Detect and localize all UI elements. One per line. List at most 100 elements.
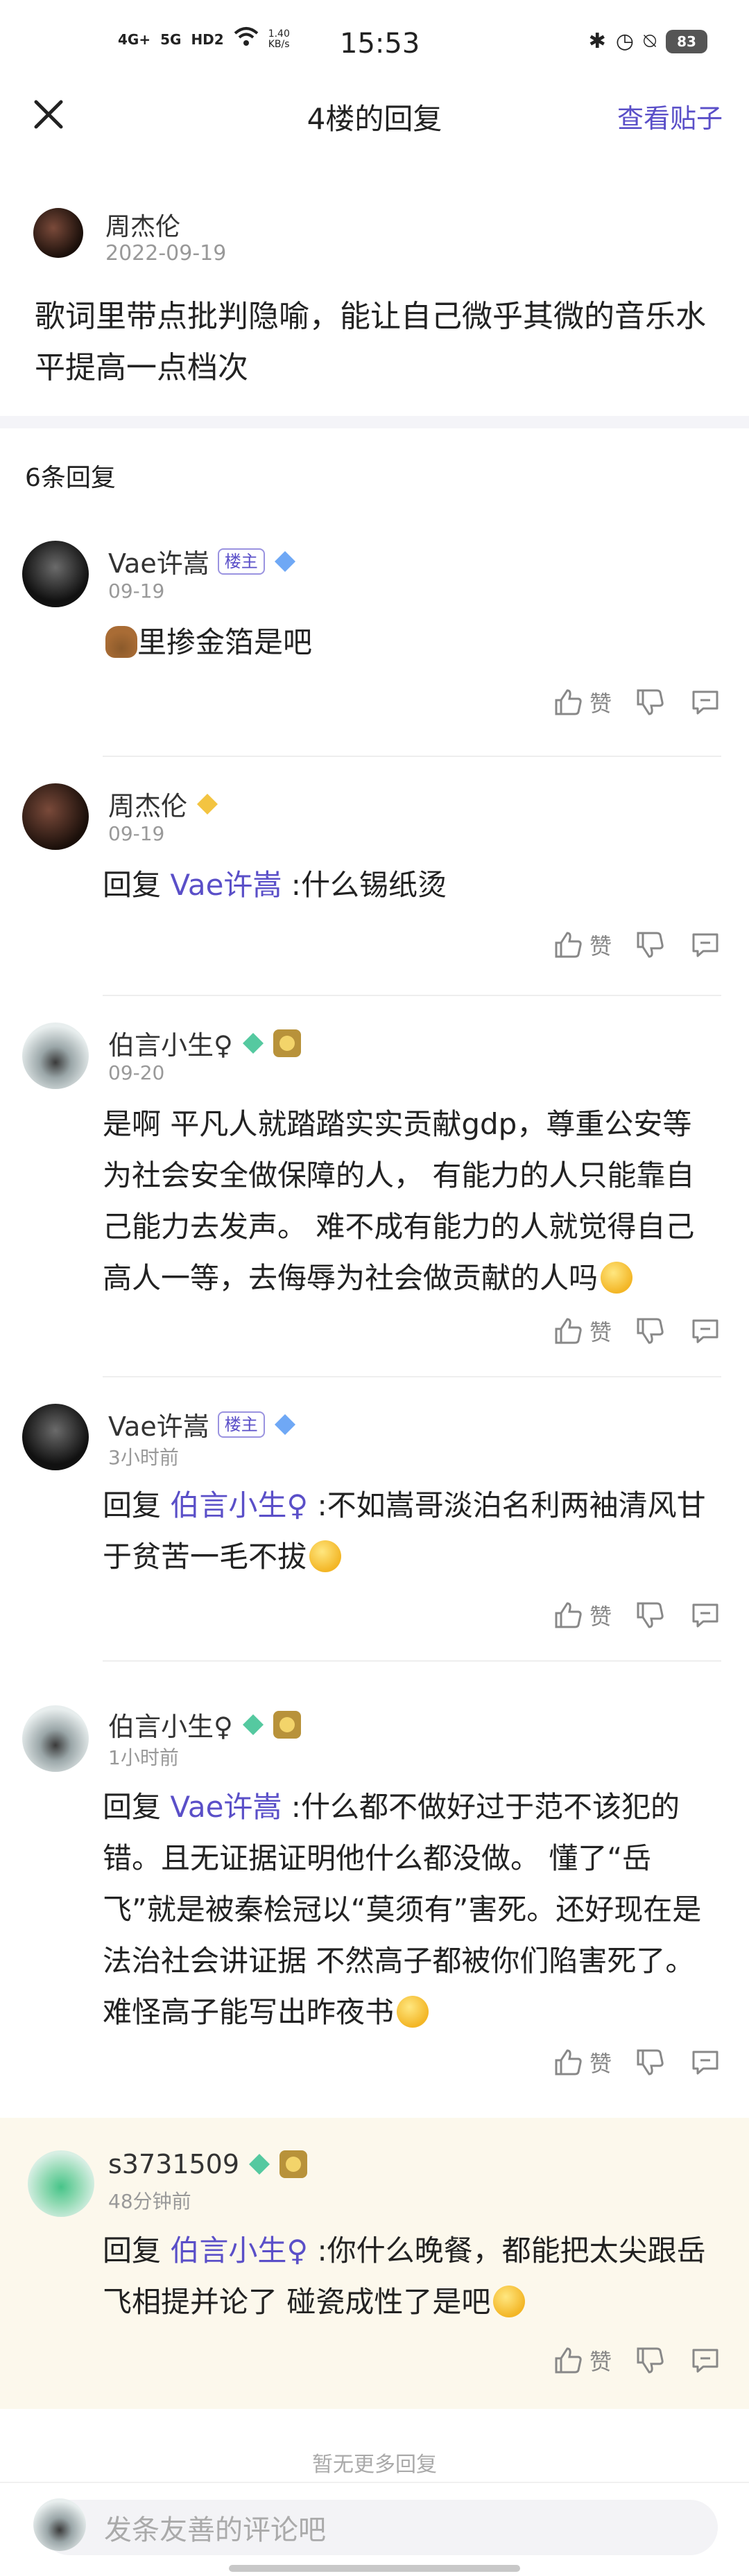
reply-author-row: 周杰伦 xyxy=(108,785,219,823)
level-badge-icon xyxy=(249,2154,270,2175)
reply-actions: 赞 xyxy=(551,2343,723,2378)
avatar[interactable] xyxy=(22,783,89,850)
net-speed: 1.40 KB/s xyxy=(268,28,290,50)
reply-author[interactable]: 伯言小生♀ xyxy=(108,1024,233,1062)
blush-emoji-icon xyxy=(493,2286,526,2317)
comment-icon xyxy=(692,933,718,957)
reply-actions: 赞 xyxy=(551,685,723,720)
battery-icon: 83 xyxy=(666,29,707,53)
reply-time: 09-19 xyxy=(108,580,165,602)
home-indicator[interactable] xyxy=(229,2565,520,2572)
reply-time: 3小时前 xyxy=(108,1446,179,1469)
reply-author[interactable]: s3731509 xyxy=(108,2149,239,2179)
reply-author[interactable]: Vae许嵩 xyxy=(108,1405,209,1443)
reply-author[interactable]: 伯言小生♀ xyxy=(108,1705,233,1743)
reply-author[interactable]: Vae许嵩 xyxy=(108,542,209,580)
bluetooth-icon: ✱ xyxy=(588,29,606,53)
reply-actions: 赞 xyxy=(551,2045,723,2080)
comment-icon xyxy=(692,690,718,715)
comment-button[interactable] xyxy=(688,928,723,962)
thumbs-down-icon xyxy=(637,1318,664,1344)
comment-icon xyxy=(692,1603,718,1628)
avatar[interactable] xyxy=(33,208,83,258)
owner-tag: 楼主 xyxy=(217,548,265,575)
like-button[interactable]: 赞 xyxy=(551,928,612,962)
avatar[interactable] xyxy=(22,1705,89,1772)
divider xyxy=(103,995,721,996)
like-button[interactable]: 赞 xyxy=(551,1598,612,1633)
reply-content: 回复 伯言小生♀ :你什么晚餐，都能把太尖跟岳飞相提并论了 碰瓷成性了是吧 xyxy=(103,2234,706,2319)
mention-link[interactable]: Vae许嵩 xyxy=(170,1790,282,1824)
comment-icon xyxy=(692,2051,718,2075)
section-divider xyxy=(0,416,749,428)
dislike-button[interactable] xyxy=(632,2045,667,2080)
avatar[interactable] xyxy=(22,1022,89,1089)
owner-tag: 楼主 xyxy=(217,1411,265,1438)
network-5g: 5G xyxy=(160,31,182,48)
wifi-icon xyxy=(234,26,259,52)
comment-bar: 发条友善的评论吧 xyxy=(0,2482,749,2576)
reply-time: 48分钟前 xyxy=(108,2190,191,2213)
like-button[interactable]: 赞 xyxy=(551,2045,612,2080)
post-content: 歌词里带点批判隐喻，能让自己微乎其微的音乐水平提高一点档次 xyxy=(35,299,706,385)
reply-item: 伯言小生♀ 1小时前 回复 Vae许嵩 :什么都不做好过于范不该犯的错。且无证据… xyxy=(0,1678,749,2114)
like-button[interactable]: 赞 xyxy=(551,1314,612,1348)
dislike-button[interactable] xyxy=(632,2343,667,2378)
reply-count: 6条回复 xyxy=(25,464,116,492)
comment-icon xyxy=(692,2349,718,2373)
thumbs-up-icon xyxy=(555,1318,582,1344)
reply-item-highlighted: s3731509 48分钟前 回复 伯言小生♀ :你什么晚餐，都能把太尖跟岳飞相… xyxy=(0,2118,749,2409)
reply-time: 09-19 xyxy=(108,822,165,845)
like-button[interactable]: 赞 xyxy=(551,685,612,720)
comment-button[interactable] xyxy=(688,1598,723,1633)
hd-indicator: HD2 xyxy=(191,31,224,48)
dislike-button[interactable] xyxy=(632,1598,667,1633)
medal-icon xyxy=(273,1710,301,1739)
thumbs-down-icon xyxy=(637,689,664,715)
dislike-button[interactable] xyxy=(632,685,667,720)
level-badge-icon xyxy=(242,1714,264,1735)
alarm-icon: ◷ xyxy=(615,29,634,53)
reply-content: 是啊 平凡人就踏踏实实贡献gdp，尊重公安等为社会安全做保障的人， 有能力的人只… xyxy=(103,1107,695,1295)
avatar[interactable] xyxy=(22,1404,89,1470)
reply-actions: 赞 xyxy=(551,1598,723,1633)
comment-button[interactable] xyxy=(688,2045,723,2080)
comment-icon xyxy=(692,1319,718,1343)
divider xyxy=(103,1376,721,1377)
reply-author-row: 伯言小生♀ xyxy=(108,1705,301,1743)
top-nav: 4楼的回复 查看贴子 xyxy=(0,76,749,153)
thumbs-down-icon xyxy=(637,2347,664,2374)
reply-actions: 赞 xyxy=(551,1314,723,1348)
reply-content: 回复 Vae许嵩 :什么都不做好过于范不该犯的错。且无证据证明他什么都没做。 懂… xyxy=(103,1790,702,2029)
mention-link[interactable]: 伯言小生♀ xyxy=(170,2234,308,2268)
thumbs-up-icon xyxy=(555,932,582,958)
reply-item: 伯言小生♀ 09-20 是啊 平凡人就踏踏实实贡献gdp，尊重公安等为社会安全做… xyxy=(0,1009,749,1380)
comment-button[interactable] xyxy=(688,685,723,720)
dislike-button[interactable] xyxy=(632,928,667,962)
comment-button[interactable] xyxy=(688,1314,723,1348)
reply-content: 回复 Vae许嵩 :什么锡纸烫 xyxy=(103,868,447,902)
thumbs-down-icon xyxy=(637,932,664,958)
comment-input[interactable]: 发条友善的评论吧 xyxy=(42,2500,718,2555)
like-button[interactable]: 赞 xyxy=(551,2343,612,2378)
level-badge-icon xyxy=(242,1032,264,1054)
reply-item: 周杰伦 09-19 回复 Vae许嵩 :什么锡纸烫 赞 xyxy=(0,769,749,998)
reply-author-row: Vae许嵩 楼主 xyxy=(108,542,297,580)
view-post-link[interactable]: 查看贴子 xyxy=(617,97,723,135)
dislike-button[interactable] xyxy=(632,1314,667,1348)
status-right: ✱ ◷ ⍉ 83 xyxy=(589,29,707,53)
network-4g: 4G+ xyxy=(118,31,151,48)
reply-item: Vae许嵩 楼主 09-19 里掺金箔是吧 赞 xyxy=(0,527,749,759)
post-author[interactable]: 周杰伦 xyxy=(105,207,180,243)
thumbs-down-icon xyxy=(637,2049,664,2075)
poop-emoji-icon xyxy=(105,626,137,658)
mention-link[interactable]: 伯言小生♀ xyxy=(170,1488,308,1522)
thumbs-down-icon xyxy=(637,1602,664,1628)
avatar[interactable] xyxy=(28,2150,94,2217)
comment-button[interactable] xyxy=(688,2343,723,2378)
mention-link[interactable]: Vae许嵩 xyxy=(170,868,282,902)
diamond-badge-icon xyxy=(274,550,295,572)
no-more-replies: 暂无更多回复 xyxy=(312,2453,437,2477)
avatar[interactable] xyxy=(22,541,89,607)
reply-author[interactable]: 周杰伦 xyxy=(108,785,187,823)
